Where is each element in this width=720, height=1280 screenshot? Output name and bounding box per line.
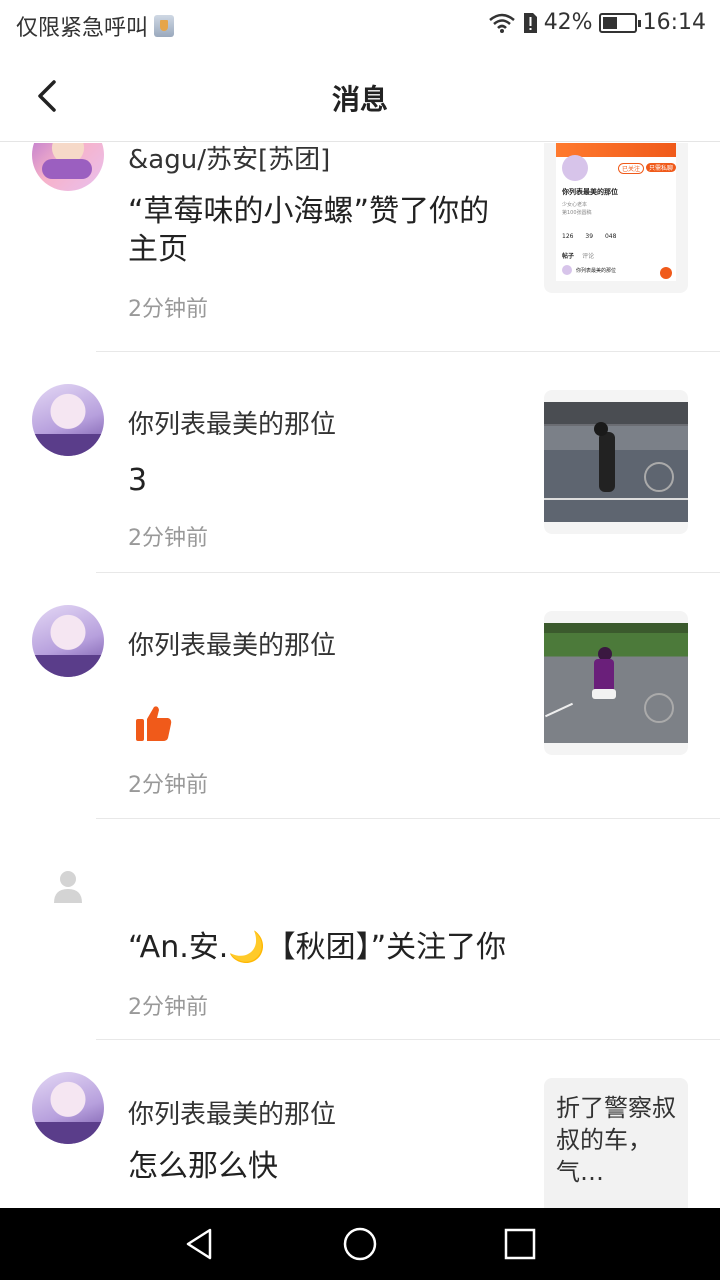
shield-icon [154, 15, 175, 37]
thumb-stat3: 048 [604, 233, 617, 240]
message-text: “草莓味的小海螺”赞了你的主页 [128, 194, 490, 267]
message-item[interactable]: 你列表最美的那位 2分钟前 [0, 573, 720, 818]
message-time: 2分钟前 [128, 297, 208, 322]
message-time: 2分钟前 [128, 995, 208, 1020]
message-item[interactable]: 你列表最美的那位 怎么那么快 折了警察叔叔的车，气… [0, 1040, 720, 1208]
sender-name: 你列表最美的那位 [128, 631, 337, 661]
message-time: 2分钟前 [128, 526, 208, 551]
page-title: 消息 [331, 83, 388, 116]
profile-thumbnail[interactable]: 已关注 只需私聊 你列表最美的那位 少女心老本 第100张圆稿 126 39 0… [544, 143, 688, 293]
recents-square-icon[interactable] [502, 1226, 538, 1262]
thumb-stats: 126 39 048 [562, 233, 616, 240]
thumb-message-btn: 只需私聊 [646, 163, 676, 172]
clock: 16:14 [642, 10, 706, 35]
user-avatar[interactable] [32, 143, 104, 191]
user-avatar[interactable] [32, 1072, 104, 1144]
message-item[interactable]: &agu/苏安[苏团] “草莓味的小海螺”赞了你的主页 2分钟前 已关注 只需私… [0, 143, 720, 351]
thumb-line1: 少女心老本 [562, 202, 588, 208]
battery-icon [598, 12, 641, 33]
system-nav-bar [0, 1208, 720, 1280]
home-circle-icon[interactable] [342, 1226, 378, 1262]
message-item[interactable]: “An.安.🌙【秋团】”关注了你 2分钟前 [0, 819, 720, 1039]
thumb-section-label: 帖子 [562, 253, 575, 260]
sender-name: 你列表最美的那位 [128, 410, 337, 440]
wifi-icon [488, 13, 515, 33]
thumb-line2: 第100张圆稿 [562, 210, 592, 216]
header-bar: 消息 [0, 50, 720, 142]
thumb-post-title: 你列表最美的那位 [576, 268, 617, 274]
message-time: 2分钟前 [128, 773, 208, 798]
user-avatar[interactable] [32, 384, 104, 456]
thumb-section: 帖子 评论 [562, 251, 594, 260]
message-text: 3 [128, 463, 148, 498]
sender-name: 你列表最美的那位 [128, 1100, 337, 1130]
status-left: 仅限紧急呼叫 [16, 10, 175, 42]
sim-alert-icon [523, 12, 537, 33]
thumb-section2-label: 评论 [582, 253, 595, 260]
image-thumbnail[interactable] [544, 611, 688, 755]
battery-percent: 42% [543, 10, 593, 35]
status-bar: 仅限紧急呼叫 42% 16:14 [0, 0, 720, 50]
status-right: 42% 16:14 [482, 10, 706, 35]
thumb-name: 你列表最美的那位 [562, 188, 618, 196]
message-text: 怎么那么快 [128, 1149, 278, 1184]
text-thumbnail[interactable]: 折了警察叔叔的车，气… [544, 1078, 688, 1208]
user-avatar[interactable] [32, 605, 104, 677]
back-triangle-icon[interactable] [182, 1226, 218, 1262]
thumbs-up-icon [136, 706, 172, 741]
default-avatar-icon[interactable] [52, 869, 84, 905]
message-list: &agu/苏安[苏团] “草莓味的小海螺”赞了你的主页 2分钟前 已关注 只需私… [0, 143, 720, 1208]
message-text: “An.安.🌙【秋团】”关注了你 [128, 930, 507, 965]
thumb-stat1: 126 [562, 233, 574, 240]
image-thumbnail[interactable] [544, 390, 688, 534]
sender-name: &agu/苏安[苏团] [128, 145, 331, 175]
carrier-text: 仅限紧急呼叫 [16, 16, 149, 41]
thumb-stat2: 39 [585, 233, 594, 240]
message-item[interactable]: 你列表最美的那位 3 2分钟前 [0, 352, 720, 572]
thumb-follow-btn: 已关注 [618, 163, 645, 174]
